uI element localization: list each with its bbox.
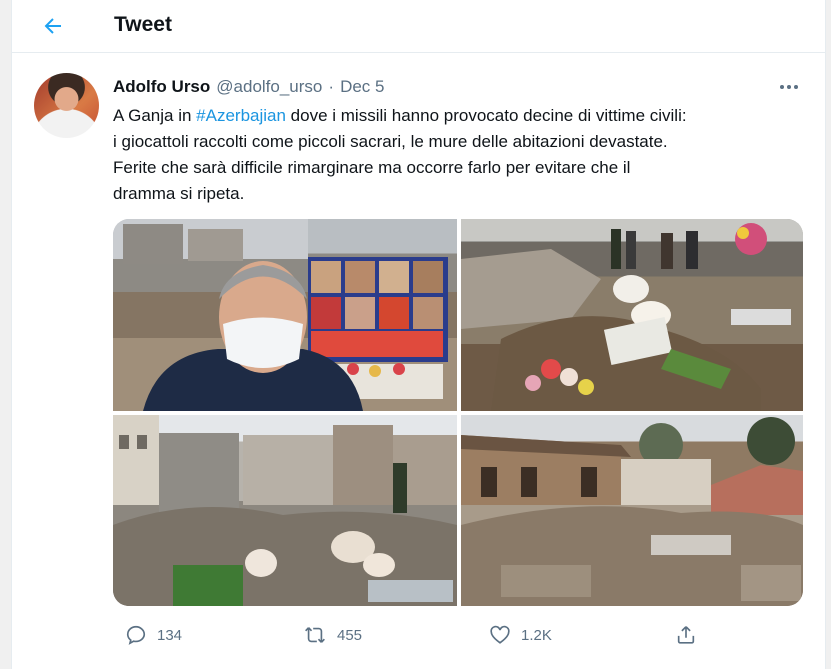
photo-selfie-memorial[interactable] [113, 219, 457, 411]
tweet-text-line: dramma si ripeta. [113, 184, 245, 203]
tweet-text-line: i giocattoli raccolti come piccoli sacra… [113, 132, 668, 151]
author-name[interactable]: Adolfo Urso [113, 77, 210, 97]
reply-button[interactable]: 134 [125, 620, 182, 650]
photo-destroyed-street[interactable] [113, 415, 457, 606]
tweet-text-line: Ferite che sarà difficile rimarginare ma… [113, 158, 631, 177]
meta-separator: · [328, 77, 335, 96]
tweet-meta: Adolfo Urso @adolfo_urso · Dec 5 [113, 77, 384, 99]
more-icon [780, 85, 784, 89]
tweet-detail-panel: Tweet Adolfo Urso @adolfo_urso · Dec 5 A… [11, 0, 826, 669]
arrow-left-icon [44, 18, 61, 34]
tweet-text-segment: dove i missili hanno provocato decine di… [285, 106, 687, 125]
retweet-count: 455 [337, 626, 363, 644]
tweet-date[interactable]: Dec 5 [340, 77, 384, 97]
photo-collapsed-house[interactable] [461, 415, 803, 606]
like-count: 1.2K [521, 626, 552, 644]
reply-count: 134 [157, 626, 183, 644]
share-icon [677, 626, 695, 644]
avatar[interactable] [34, 73, 99, 138]
like-button[interactable]: 1.2K [489, 620, 552, 650]
retweet-button[interactable]: 455 [303, 620, 362, 650]
tweet-text-segment: A Ganja in [113, 106, 197, 125]
back-button[interactable] [38, 11, 68, 41]
author-handle[interactable]: @adolfo_urso [216, 77, 322, 97]
share-button[interactable] [675, 620, 697, 650]
more-options-button[interactable] [776, 78, 802, 96]
photo-toys-memorial[interactable] [461, 219, 803, 411]
reply-icon [126, 625, 146, 645]
heart-icon [490, 625, 510, 644]
retweet-icon [305, 627, 325, 643]
tweet-text: A Ganja in #Azerbajian dove i missili ha… [113, 103, 813, 207]
hashtag-link[interactable]: #Azerbajian [196, 106, 286, 125]
photo-art [113, 219, 448, 411]
photo-art [461, 219, 803, 411]
page-title: Tweet [114, 13, 172, 36]
media-grid [113, 219, 803, 606]
photo-art [113, 415, 457, 606]
page-header: Tweet [12, 0, 825, 53]
tweet-actions: 134 455 1.2K [113, 620, 803, 650]
photo-art [461, 417, 803, 606]
tweet-text-line: A Ganja in #Azerbajian dove i missili ha… [113, 103, 813, 129]
